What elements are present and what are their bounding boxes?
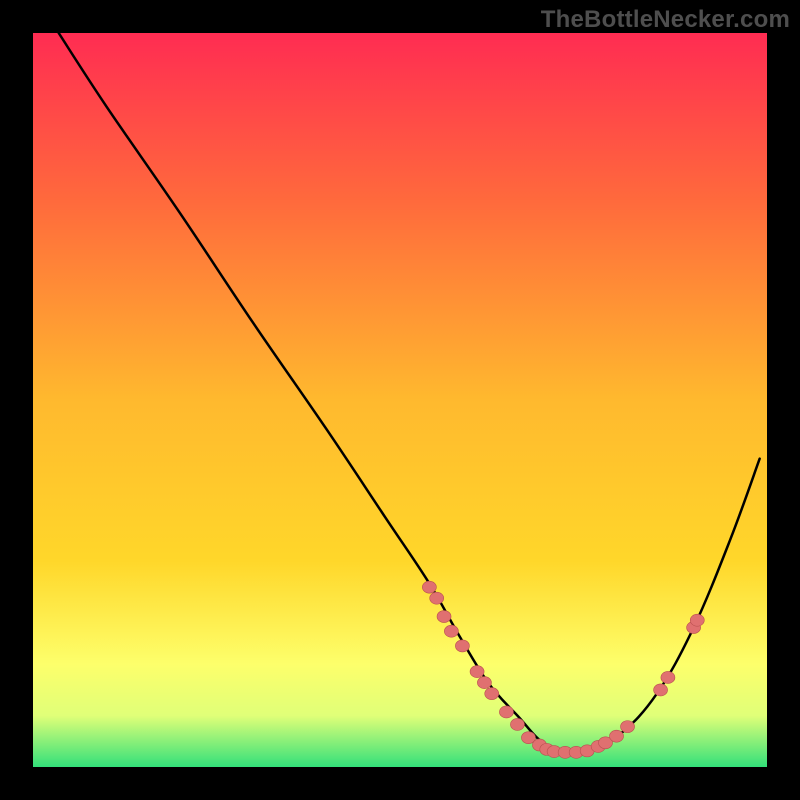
chart-background — [33, 33, 767, 767]
data-marker — [621, 721, 635, 733]
data-marker — [510, 718, 524, 730]
data-marker — [444, 625, 458, 637]
data-marker — [470, 666, 484, 678]
data-marker — [485, 688, 499, 700]
data-marker — [499, 706, 513, 718]
data-marker — [654, 684, 668, 696]
data-marker — [690, 614, 704, 626]
data-marker — [437, 611, 451, 623]
data-marker — [661, 671, 675, 683]
data-marker — [430, 592, 444, 604]
plot-area — [33, 33, 767, 767]
data-marker — [610, 730, 624, 742]
watermark-label: TheBottleNecker.com — [541, 6, 790, 34]
chart-svg — [33, 33, 767, 767]
data-marker — [422, 581, 436, 593]
data-marker — [477, 677, 491, 689]
chart-stage: TheBottleNecker.com — [0, 0, 800, 800]
data-marker — [455, 640, 469, 652]
